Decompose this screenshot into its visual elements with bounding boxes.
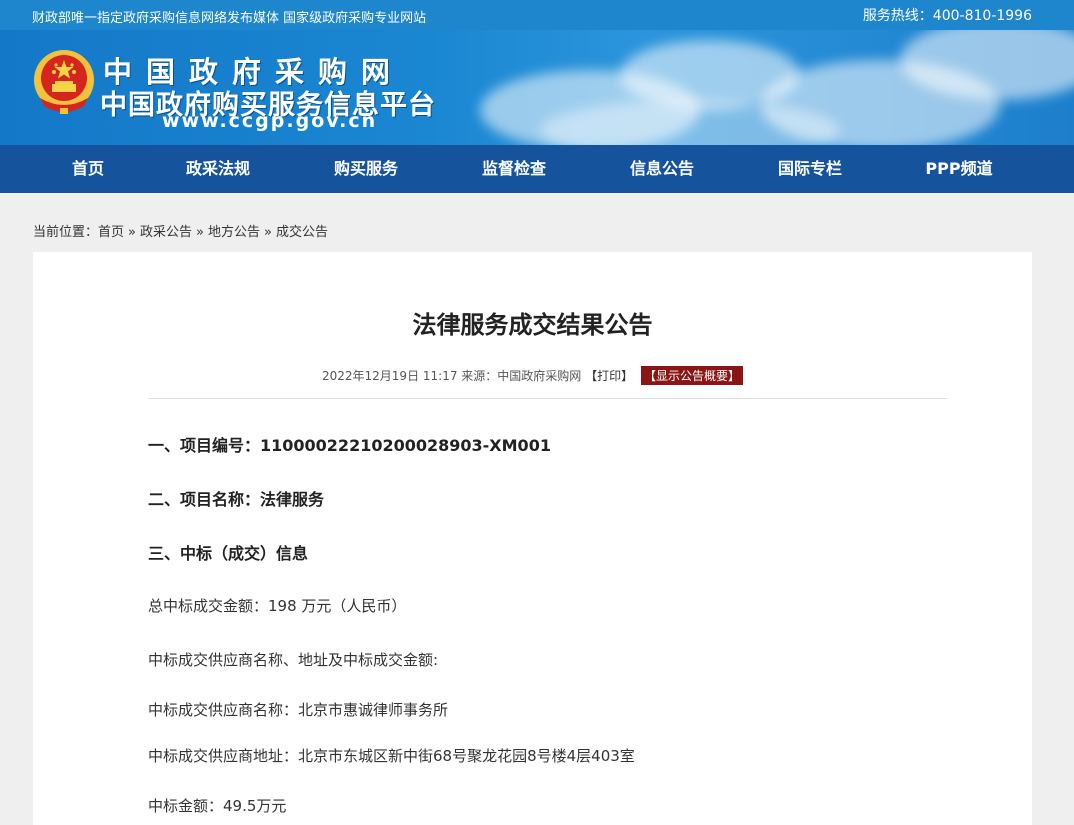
project-name: 二、项目名称：法律服务	[148, 490, 325, 509]
award-amount: 中标金额：49.5万元	[148, 797, 287, 815]
nav-item-announcements[interactable]: 信息公告	[602, 145, 722, 193]
site-url: www.ccgp.gov.cn	[162, 110, 378, 132]
breadcrumb-procurement-notices[interactable]: 政采公告	[140, 221, 192, 240]
national-emblem-icon[interactable]	[32, 48, 96, 116]
article-panel: 法律服务成交结果公告 2022年12月19日 11:17 来源：中国政府采购网 …	[33, 252, 1032, 825]
nav-item-home[interactable]: 首页	[28, 145, 148, 193]
site-slogan: 财政部唯一指定政府采购信息网络发布媒体 国家级政府采购专业网站	[32, 11, 427, 26]
title-divider	[148, 398, 947, 399]
site-banner: 中国政府采购网 中国政府购买服务信息平台 www.ccgp.gov.cn	[0, 30, 1074, 145]
project-number: 一、项目编号：11000022210200028903-XM001	[148, 436, 551, 455]
nav-item-international[interactable]: 国际专栏	[750, 145, 870, 193]
article-title: 法律服务成交结果公告	[412, 311, 653, 339]
main-nav: 首页 政采法规 购买服务 监督检查 信息公告 国际专栏 PPP频道	[0, 145, 1074, 193]
total-award-amount: 总中标成交金额：198 万元（人民币）	[148, 597, 407, 615]
nav-item-regulations[interactable]: 政采法规	[158, 145, 278, 193]
print-button[interactable]: 【打印】	[585, 369, 633, 383]
nav-item-ppp[interactable]: PPP频道	[899, 145, 1019, 193]
breadcrumb: 当前位置：首页 » 政采公告 » 地方公告 » 成交公告	[33, 221, 328, 240]
nav-item-supervision[interactable]: 监督检查	[454, 145, 574, 193]
nav-item-purchase-services[interactable]: 购买服务	[306, 145, 426, 193]
supplier-info-intro: 中标成交供应商名称、地址及中标成交金额:	[148, 651, 439, 669]
award-info-heading: 三、中标（成交）信息	[148, 544, 309, 563]
breadcrumb-separator: »	[264, 225, 272, 240]
top-strip: 财政部唯一指定政府采购信息网络发布媒体 国家级政府采购专业网站 服务热线：400…	[0, 0, 1074, 30]
breadcrumb-prefix: 当前位置：	[33, 225, 99, 240]
supplier-name: 中标成交供应商名称：北京市惠诚律师事务所	[148, 701, 449, 719]
breadcrumb-local-notices[interactable]: 地方公告	[208, 221, 260, 240]
breadcrumb-separator: »	[128, 225, 136, 240]
article-source: 来源：中国政府采购网	[461, 369, 582, 383]
service-hotline: 服务热线：400-810-1996	[862, 8, 1032, 24]
breadcrumb-deal-notices[interactable]: 成交公告	[276, 221, 328, 240]
article-meta: 2022年12月19日 11:17 来源：中国政府采购网 【打印】 【显示公告概…	[33, 366, 1032, 385]
breadcrumb-separator: »	[196, 225, 204, 240]
breadcrumb-home[interactable]: 首页	[98, 221, 124, 240]
show-summary-button[interactable]: 【显示公告概要】	[640, 366, 743, 385]
supplier-address: 中标成交供应商地址：北京市东城区新中街68号聚龙花园8号楼4层403室	[148, 747, 635, 765]
article-datetime: 2022年12月19日 11:17	[321, 369, 458, 383]
